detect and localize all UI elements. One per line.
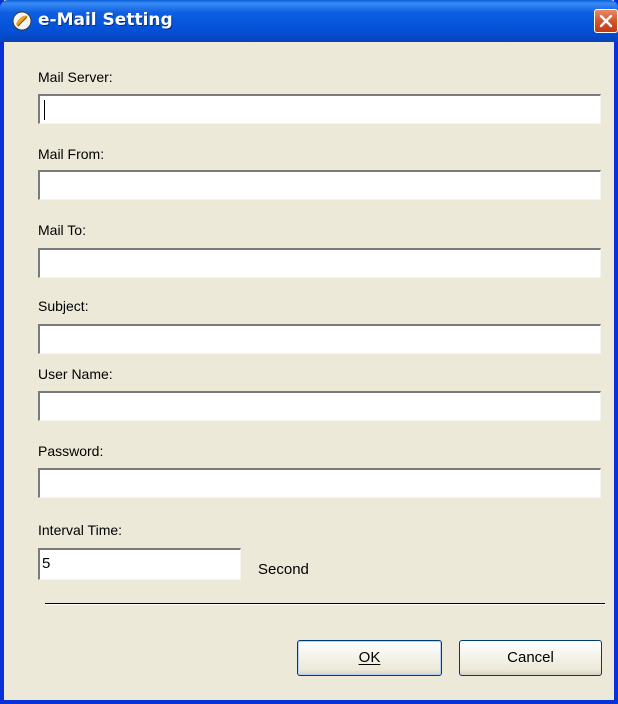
title-bar[interactable]: e-Mail Setting [0,0,618,42]
interval-time-value: 5 [42,555,51,572]
cancel-button[interactable]: Cancel [459,640,602,676]
mail-to-label: Mail To: [38,222,86,238]
interval-time-input[interactable]: 5 [38,548,241,580]
separator-line [45,603,605,605]
password-input[interactable] [38,468,601,498]
interval-unit-label: Second [258,561,309,578]
ok-button[interactable]: OK [297,640,442,676]
mail-server-input[interactable] [38,94,601,124]
subject-label: Subject: [38,298,89,314]
user-name-label: User Name: [38,366,113,382]
ok-button-label: OK [358,649,381,666]
window-title: e-Mail Setting [38,10,173,30]
mail-from-label: Mail From: [38,146,105,162]
mail-to-input[interactable] [38,248,601,278]
text-caret [44,100,45,120]
mail-from-input[interactable] [38,170,601,200]
cancel-button-label: Cancel [507,649,554,666]
email-setting-dialog: e-Mail Setting Mail Server: Mail From: M… [0,0,618,704]
close-icon [599,14,613,28]
user-name-input[interactable] [38,391,601,421]
subject-input[interactable] [38,324,601,354]
app-logo-icon [12,11,32,31]
close-button[interactable] [594,9,618,33]
interval-time-label: Interval Time: [38,522,123,538]
password-label: Password: [38,443,104,459]
mail-server-label: Mail Server: [38,69,113,85]
